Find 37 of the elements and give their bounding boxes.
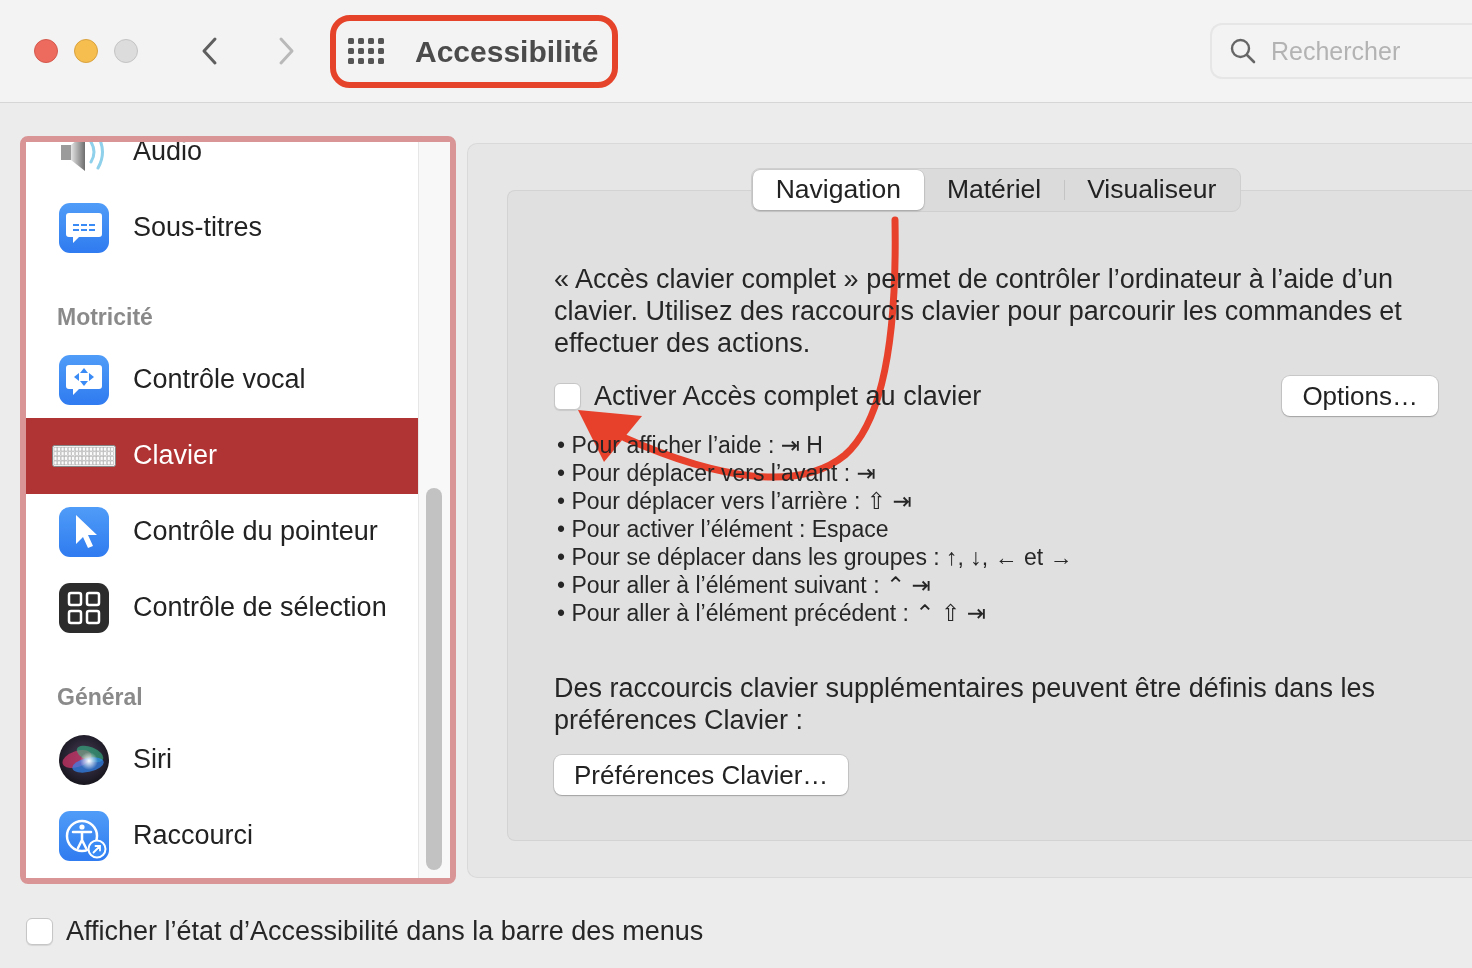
mouse-pointer-icon: [58, 506, 110, 558]
scrollbar-thumb[interactable]: [426, 488, 442, 870]
orb-icon: [58, 734, 110, 786]
sidebar-item[interactable]: Raccourci: [26, 798, 418, 874]
shortcut-text: • Pour aller à l’élément suivant : ⌃ ⇥: [557, 571, 932, 599]
sidebar-item[interactable]: Contrôle vocal: [26, 342, 418, 418]
sidebar-item[interactable]: Siri: [26, 722, 418, 798]
section-header: Motricité: [56, 302, 154, 332]
tab[interactable]: Matériel: [923, 170, 1065, 210]
shortcut-text: • Pour déplacer vers l’arrière : ⇧ ⇥: [557, 487, 913, 515]
speech-bubble-icon: [58, 202, 110, 254]
search-field[interactable]: Rechercher: [1210, 23, 1472, 79]
sidebar-item[interactable]: Sous-titres: [26, 190, 418, 266]
sidebar-item[interactable]: Contrôle de sélection: [26, 570, 418, 646]
window-title: Accessibilité: [415, 33, 599, 70]
preferences-button[interactable]: Préférences Clavier…: [554, 755, 849, 795]
shortcut-text: • Pour se déplacer dans les groupes : ↑, ↓, ← et →: [557, 543, 1074, 571]
checkbox-label[interactable]: Afficher l’état d’Accessibilité dans la barre des menus: [66, 911, 704, 952]
speech-bubble-arrows-icon: [58, 354, 110, 406]
four-squares-icon: [58, 582, 110, 634]
grid-icon[interactable]: [348, 38, 384, 64]
options-button[interactable]: Options…: [1282, 376, 1438, 416]
checkbox[interactable]: [554, 382, 581, 410]
sidebar-item[interactable]: Contrôle du pointeur: [26, 494, 418, 570]
note-text: Des raccourcis clavier supplémentaires peuvent être définis dans les préférences Clavier :: [554, 672, 1376, 736]
shortcut-text: • Pour aller à l’élément précédent : ⌃ ⇧ ⇥: [557, 599, 987, 627]
checkbox[interactable]: [26, 917, 53, 945]
shortcut-text: • Pour activer l’élément : Espace: [557, 515, 890, 543]
keyboard-icon: [52, 445, 116, 467]
search-icon: [1230, 38, 1256, 64]
sidebar-item[interactable]: Clavier: [26, 418, 418, 494]
accessibility-icon: [58, 810, 110, 862]
close-button[interactable]: [34, 39, 58, 63]
tab[interactable]: Navigation: [752, 170, 924, 210]
section-header: Général: [56, 682, 144, 712]
minimize-button[interactable]: [74, 39, 98, 63]
tab[interactable]: Visualiseur: [1064, 170, 1240, 210]
